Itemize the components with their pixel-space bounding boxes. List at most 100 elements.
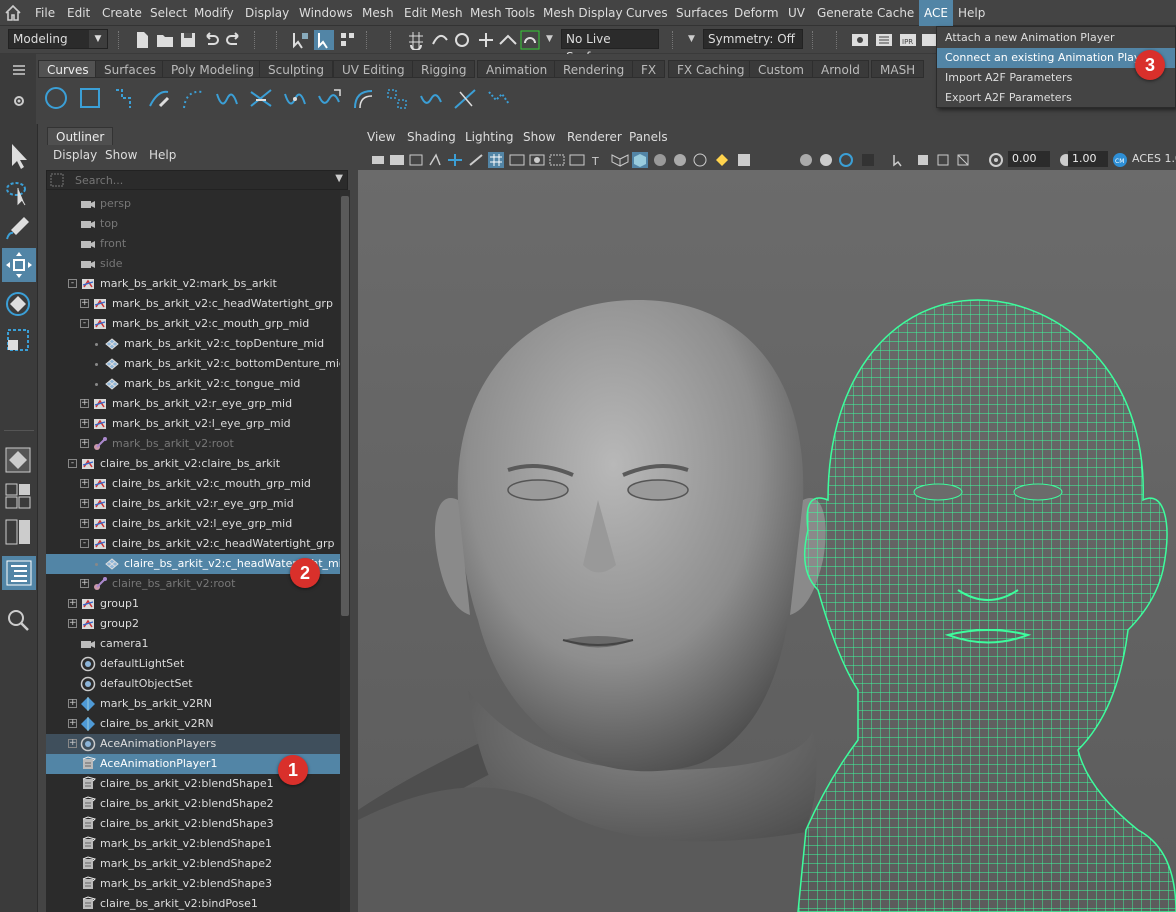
open-scene-icon[interactable]: [155, 30, 175, 50]
smooth-curve-icon[interactable]: [486, 86, 512, 112]
expand-icon[interactable]: +: [80, 419, 89, 428]
outliner-scrollbar[interactable]: [340, 190, 350, 912]
wireframe-head-mesh[interactable]: [797, 299, 1176, 912]
outliner-row[interactable]: - claire_bs_arkit_v2:c_headWatertight_grp: [46, 534, 340, 554]
outliner-row[interactable]: + claire_bs_arkit_v2RN: [46, 714, 340, 734]
outliner-row[interactable]: + claire_bs_arkit_v2:l_eye_grp_mid: [46, 514, 340, 534]
snap-point-icon[interactable]: [452, 30, 472, 50]
ipr-render-icon[interactable]: IPR: [898, 30, 918, 50]
shelf-tab-sculpting[interactable]: Sculpting: [259, 60, 334, 78]
expand-icon[interactable]: +: [80, 479, 89, 488]
ep-curve-icon[interactable]: [180, 86, 206, 112]
rotate-tool-icon[interactable]: [4, 290, 32, 318]
scrollbar-thumb[interactable]: [341, 196, 349, 616]
select-component-icon[interactable]: [338, 30, 358, 50]
chevron-down-icon[interactable]: ▼: [335, 173, 343, 184]
expand-icon[interactable]: +: [68, 619, 77, 628]
four-view-icon[interactable]: [4, 482, 32, 510]
outliner-row[interactable]: + mark_bs_arkit_v2:c_headWatertight_grp: [46, 294, 340, 314]
outliner-menu-display[interactable]: Display: [53, 146, 97, 164]
shelf-tab-mash[interactable]: MASH: [871, 60, 925, 78]
shelf-tab-curves[interactable]: Curves: [38, 60, 98, 78]
detach-curves-icon[interactable]: [282, 86, 308, 112]
outliner-layout-button[interactable]: [2, 556, 36, 590]
menu-display[interactable]: Display: [240, 0, 294, 26]
outliner-row[interactable]: defaultLightSet: [46, 654, 340, 674]
menu-cache[interactable]: Cache: [872, 0, 919, 26]
collapse-icon[interactable]: -: [68, 279, 77, 288]
new-scene-icon[interactable]: [132, 30, 152, 50]
viewport-panel[interactable]: View Shading Lighting Show Renderer Pane…: [358, 124, 1176, 912]
move-tool[interactable]: [2, 248, 36, 282]
viewport-menu-renderer[interactable]: Renderer: [567, 130, 622, 144]
outliner-row[interactable]: side: [46, 254, 340, 274]
menu-select[interactable]: Select: [145, 0, 192, 26]
outliner-row[interactable]: + mark_bs_arkit_v2:root: [46, 434, 340, 454]
viewport-menu-view[interactable]: View: [367, 130, 395, 144]
colorspace-label[interactable]: ACES 1.0: [1132, 152, 1176, 165]
menu-windows[interactable]: Windows: [294, 0, 358, 26]
expand-icon[interactable]: +: [68, 699, 77, 708]
snap-grid-icon[interactable]: [406, 30, 426, 50]
outliner-row[interactable]: mark_bs_arkit_v2:c_topDenture_mid: [46, 334, 340, 354]
menu-file[interactable]: File: [30, 0, 60, 26]
viewport-menu-lighting[interactable]: Lighting: [465, 130, 514, 144]
expand-icon[interactable]: +: [68, 599, 77, 608]
two-view-icon[interactable]: [4, 518, 32, 546]
viewport-tool-icons-right[interactable]: [798, 152, 1018, 168]
outliner-row[interactable]: - mark_bs_arkit_v2:mark_bs_arkit: [46, 274, 340, 294]
home-icon[interactable]: [4, 4, 22, 22]
outliner-row[interactable]: claire_bs_arkit_v2:bindPose1: [46, 894, 340, 912]
menu-surfaces[interactable]: Surfaces: [671, 0, 733, 26]
reverse-curve-icon[interactable]: [418, 86, 444, 112]
chevron-down-icon[interactable]: ▼: [688, 34, 695, 44]
menu-create[interactable]: Create: [97, 0, 147, 26]
outliner-row[interactable]: mark_bs_arkit_v2:c_tongue_mid: [46, 374, 340, 394]
lasso-tool-icon[interactable]: [4, 178, 32, 206]
menu-generate[interactable]: Generate: [812, 0, 878, 26]
paint-select-icon[interactable]: [4, 214, 32, 242]
outliner-row[interactable]: mark_bs_arkit_v2:blendShape3: [46, 874, 340, 894]
outliner-row[interactable]: front: [46, 234, 340, 254]
shelf-tab-fx-caching[interactable]: FX Caching: [668, 60, 754, 78]
snap-curve-icon[interactable]: [430, 30, 450, 50]
menu-ace[interactable]: ACE: [919, 0, 953, 26]
outliner-row[interactable]: top: [46, 214, 340, 234]
outliner-row[interactable]: claire_bs_arkit_v2:blendShape3: [46, 814, 340, 834]
bezier-curve-icon[interactable]: [214, 86, 240, 112]
outliner-row[interactable]: mark_bs_arkit_v2:c_bottomDenture_mid: [46, 354, 340, 374]
outliner-row[interactable]: - mark_bs_arkit_v2:c_mouth_grp_mid: [46, 314, 340, 334]
extend-curve-icon[interactable]: [316, 86, 342, 112]
live-surface-field[interactable]: No Live Surface: [561, 29, 659, 64]
menu-uv[interactable]: UV: [783, 0, 810, 26]
outliner-row[interactable]: + group2: [46, 614, 340, 634]
redo-icon[interactable]: [224, 30, 244, 50]
outliner-search-input[interactable]: [73, 172, 323, 188]
outliner-row[interactable]: + mark_bs_arkit_v2RN: [46, 694, 340, 714]
select-tool-icon[interactable]: [6, 142, 32, 170]
single-view-icon[interactable]: [4, 446, 32, 474]
attach-curves-icon[interactable]: [248, 86, 274, 112]
menu-mesh[interactable]: Mesh: [357, 0, 399, 26]
shelf-tab-poly-modeling[interactable]: Poly Modeling: [162, 60, 263, 78]
menu-mesh-tools[interactable]: Mesh Tools: [465, 0, 540, 26]
menu-mesh-display[interactable]: Mesh Display: [538, 0, 628, 26]
cv-curve-icon[interactable]: [112, 86, 138, 112]
outliner-menu-show[interactable]: Show: [105, 146, 137, 164]
expand-icon[interactable]: +: [80, 299, 89, 308]
outliner-row[interactable]: defaultObjectSet: [46, 674, 340, 694]
make-live-icon[interactable]: [520, 30, 540, 50]
outliner-row[interactable]: + claire_bs_arkit_v2:c_mouth_grp_mid: [46, 474, 340, 494]
expand-icon[interactable]: +: [80, 579, 89, 588]
snap-view-icon[interactable]: [476, 30, 496, 50]
menu-deform[interactable]: Deform: [729, 0, 784, 26]
scale-tool-icon[interactable]: [4, 326, 32, 354]
chevron-down-icon[interactable]: ▼: [546, 34, 553, 44]
filter-icon[interactable]: [50, 173, 64, 187]
viewport-scene[interactable]: [358, 170, 1176, 912]
nurbs-circle-icon[interactable]: [44, 86, 68, 110]
viewport-menu-show[interactable]: Show: [523, 130, 555, 144]
shelf-tab-rendering[interactable]: Rendering: [554, 60, 634, 78]
outliner-row[interactable]: + claire_bs_arkit_v2:r_eye_grp_mid: [46, 494, 340, 514]
search-icon[interactable]: [6, 608, 30, 632]
